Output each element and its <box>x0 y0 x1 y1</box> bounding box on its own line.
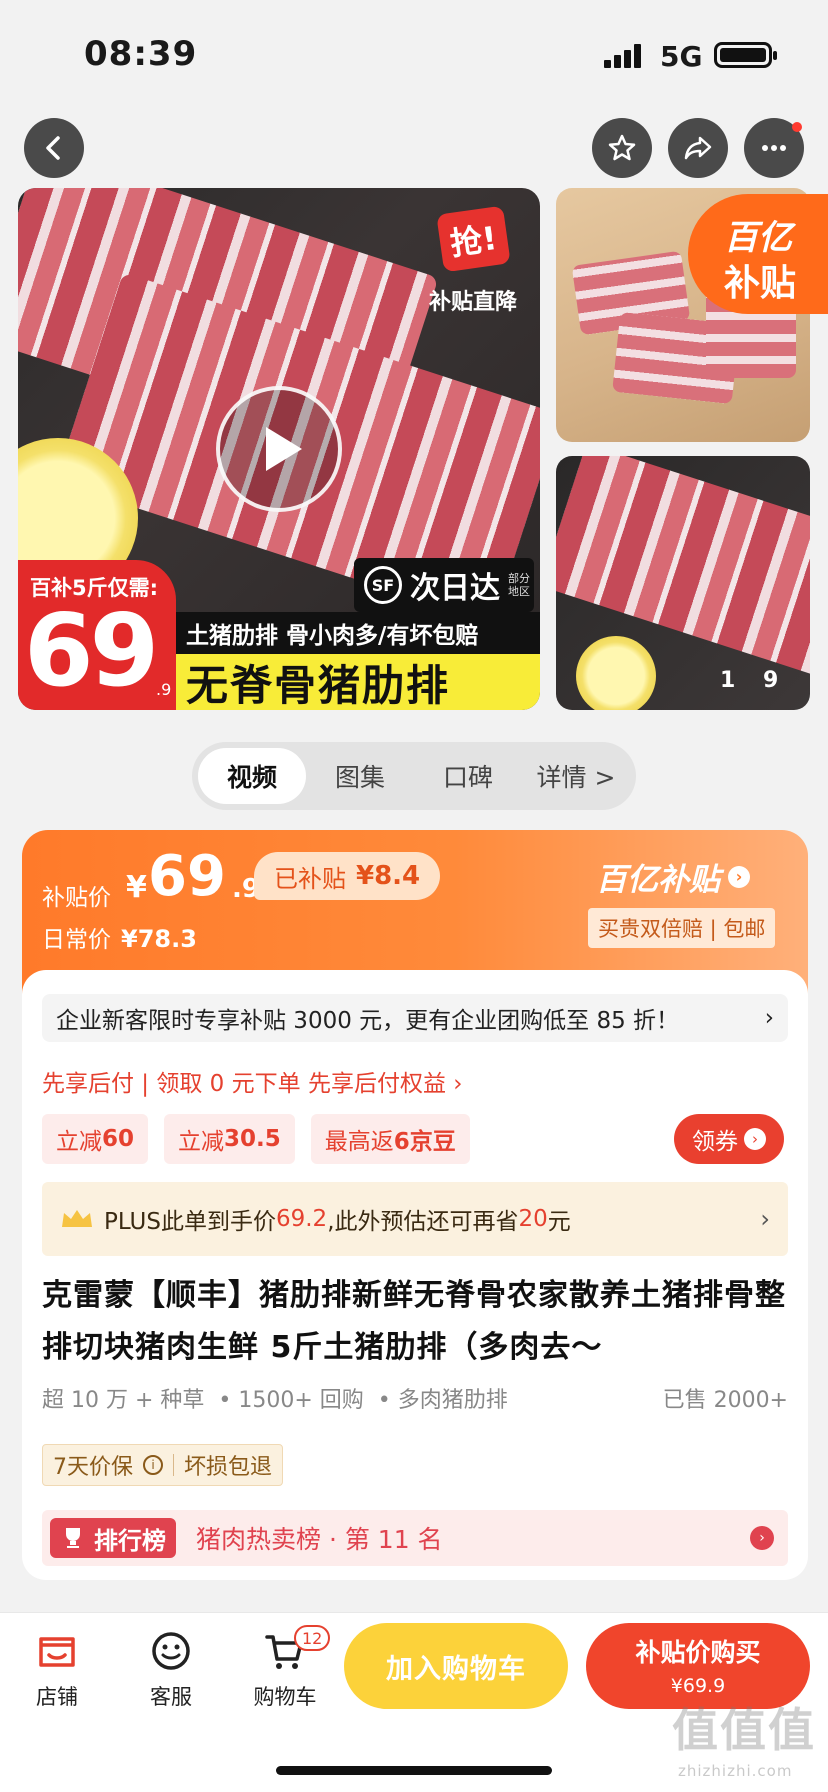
chevron-right-icon: › <box>744 1128 766 1150</box>
guarantee-tag: 买贵双倍赔 | 包邮 <box>588 908 776 948</box>
tab-details[interactable]: 详情 > <box>522 748 630 804</box>
get-coupon-button[interactable]: 领券 › <box>674 1114 784 1164</box>
back-button[interactable] <box>24 118 84 178</box>
tab-video[interactable]: 视频 <box>198 748 306 804</box>
divider <box>173 1454 174 1476</box>
chevron-right-icon: › <box>728 865 750 888</box>
shop-icon <box>39 1637 75 1667</box>
image-banner-line1: 土猪肋排 骨小肉多/有坏包赔 <box>176 612 540 654</box>
subsidy-price-label: 补贴价 <box>42 885 111 911</box>
play-video-button[interactable] <box>216 386 342 512</box>
image-price-badge: 百补5斤仅需: 69 .9 <box>18 560 176 710</box>
sf-logo: SF <box>364 566 402 604</box>
shop-button[interactable]: 店铺 <box>12 1629 102 1711</box>
sold-count: 已售 2000+ <box>662 1388 788 1413</box>
status-bar: 08:39 5G <box>0 0 828 110</box>
ranking-bar[interactable]: 排行榜 猪肉热卖榜 · 第 11 名 › <box>42 1510 788 1566</box>
chevron-right-icon: › <box>764 1005 774 1031</box>
signal-icon <box>604 44 641 68</box>
media-tabs: 视频 图集 口碑 详情 > <box>192 742 636 810</box>
share-button[interactable] <box>668 118 728 178</box>
info-icon: i <box>143 1455 163 1475</box>
coupon-list: 立减 60 立减 30.5 最高返 6京豆 <box>42 1114 470 1164</box>
cart-count-badge: 12 <box>294 1625 331 1651</box>
lemon-illustration <box>576 636 656 710</box>
status-time: 08:39 <box>84 34 198 74</box>
battery-icon <box>714 42 777 68</box>
watermark-logo: 值值值 <box>672 1703 816 1757</box>
grab-badge: 抢! 补贴直降 <box>418 205 528 316</box>
more-button[interactable] <box>744 118 804 178</box>
chevron-left-icon <box>46 136 60 160</box>
chevron-right-icon: › <box>750 1526 774 1550</box>
billion-subsidy-badge: 百亿 补贴 <box>688 194 828 314</box>
plus-member-bar[interactable]: PLUS此单到手价 69.2 ,此外预估还可再省 20 元 › <box>42 1182 788 1256</box>
service-guarantee[interactable]: 7天价保 i 坏损包退 <box>42 1444 284 1486</box>
star-icon <box>608 134 636 161</box>
product-title: 克雷蒙【顺丰】猪肋排新鲜无脊骨农家散养土猪排骨整排切块猪肉生鲜 5斤土猪肋排（多… <box>42 1278 786 1365</box>
tab-gallery[interactable]: 图集 <box>306 748 414 804</box>
image-banner-line2: 无脊骨猪肋排 <box>176 654 540 710</box>
ranking-badge: 排行榜 <box>50 1518 176 1558</box>
main-product-image[interactable]: 抢! 补贴直降 SF 次日达 部分地区 百补5斤仅需: 69 .9 土猪肋排 骨… <box>18 188 540 710</box>
network-type: 5G <box>660 40 703 73</box>
chevron-right-icon: › <box>760 1205 770 1233</box>
price-integer: 69 <box>148 844 226 909</box>
coupon-chip[interactable]: 立减 60 <box>42 1114 149 1164</box>
customer-service-button[interactable]: 客服 <box>126 1629 216 1711</box>
ranking-text: 猪肉热卖榜 · 第 11 名 <box>196 1525 443 1554</box>
chat-icon <box>152 1632 190 1670</box>
tab-reviews[interactable]: 口碑 <box>414 748 522 804</box>
cart-button[interactable]: 购物车 12 <box>240 1625 331 1711</box>
product-info-card: 企业新客限时专享补贴 3000 元，更有企业团购低至 85 折！ › 先享后付 … <box>22 970 808 1580</box>
daily-price: 日常价 ¥78.3 <box>42 925 197 953</box>
product-meta: 超 10 万 + 种草 • 1500+ 回购 • 多肉猪肋排 已售 2000+ <box>42 1382 788 1414</box>
image-counter: 1 9 <box>720 668 789 693</box>
favorite-button[interactable] <box>592 118 652 178</box>
trophy-icon <box>66 1528 80 1548</box>
sf-delivery-badge: SF 次日达 部分地区 <box>354 558 534 612</box>
share-icon <box>684 136 712 160</box>
billion-subsidy-link[interactable]: 百亿补贴 › <box>596 854 750 899</box>
pay-later-link[interactable]: 先享后付 | 领取 0 元下单 先享后付权益 › <box>42 1064 462 1098</box>
crown-icon <box>62 1210 92 1227</box>
add-to-cart-button[interactable]: 加入购物车 <box>344 1623 568 1709</box>
currency-symbol: ¥ <box>126 870 147 905</box>
subsidized-amount-badge: 已补贴 ¥8.4 <box>254 852 441 900</box>
home-indicator[interactable] <box>276 1766 552 1775</box>
notification-dot <box>792 122 802 132</box>
more-icon <box>762 145 786 151</box>
coupon-chip[interactable]: 立减 30.5 <box>164 1114 295 1164</box>
watermark-url: zhizhizhi.com <box>678 1762 793 1780</box>
enterprise-promo-bar[interactable]: 企业新客限时专享补贴 3000 元，更有企业团购低至 85 折！ › <box>42 994 788 1042</box>
coupon-chip[interactable]: 最高返 6京豆 <box>310 1114 470 1164</box>
